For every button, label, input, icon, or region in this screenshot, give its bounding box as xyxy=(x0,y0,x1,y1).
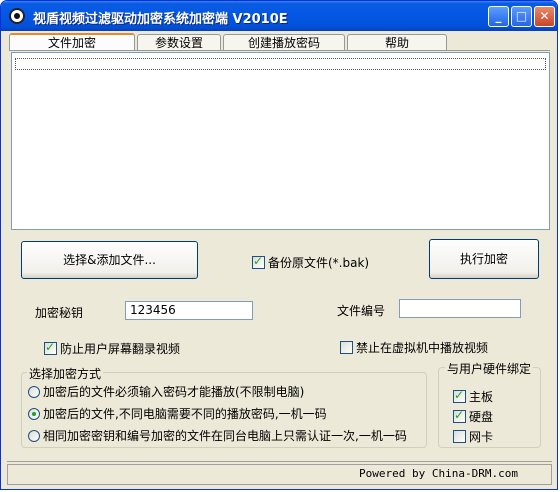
status-separator xyxy=(7,461,552,462)
method-option-1[interactable]: 加密后的文件必须输入密码才能播放(不限制电脑) xyxy=(28,383,304,400)
add-files-button[interactable]: 选择&添加文件... xyxy=(21,241,198,279)
method-label-2: 加密后的文件,不同电脑需要不同的播放密码,一机一码 xyxy=(43,407,327,421)
anti-record-checkbox[interactable]: 防止用户屏幕翻录视频 xyxy=(44,340,180,357)
method-option-3[interactable]: 相同加密密钥和编号加密的文件在同台电脑上只需认证一次,一机一码 xyxy=(28,427,407,444)
tab-create-play-password[interactable]: 创建播放密码 xyxy=(223,34,345,51)
window-title: 视盾视频过滤驱动加密系统加密端 V2010E xyxy=(33,12,288,27)
method-radio-1[interactable] xyxy=(28,385,40,398)
list-focus-row[interactable] xyxy=(15,58,546,70)
hardware-bind-group: 与用户硬件绑定 主板 硬盘 网卡 xyxy=(438,360,541,448)
method-radio-2[interactable] xyxy=(28,407,40,420)
encrypt-method-title: 选择加密方式 xyxy=(27,365,104,382)
title-bar[interactable]: 视盾视频过滤驱动加密系统加密端 V2010E _ □ ✕ xyxy=(1,1,557,31)
hardware-bind-title: 与用户硬件绑定 xyxy=(445,360,534,377)
hw-mainboard-checkbox[interactable]: 主板 xyxy=(453,388,493,405)
method-option-2[interactable]: 加密后的文件,不同电脑需要不同的播放密码,一机一码 xyxy=(28,405,327,422)
anti-record-label: 防止用户屏幕翻录视频 xyxy=(60,342,181,356)
file-list[interactable] xyxy=(11,52,550,230)
app-window: 视盾视频过滤驱动加密系统加密端 V2010E _ □ ✕ 文件加密 参数设置 创… xyxy=(0,0,558,490)
no-vm-box[interactable] xyxy=(340,341,353,354)
encrypt-method-group: 选择加密方式 加密后的文件必须输入密码才能播放(不限制电脑) 加密后的文件,不同… xyxy=(21,365,427,448)
tab-help[interactable]: 帮助 xyxy=(347,34,447,51)
tab-file-encrypt[interactable]: 文件加密 xyxy=(9,33,135,51)
tab-parameters[interactable]: 参数设置 xyxy=(137,34,221,51)
powered-by-text: Powered by China-DRM.com xyxy=(359,467,518,480)
method-radio-3[interactable] xyxy=(28,429,40,442)
file-number-label: 文件编号 xyxy=(337,304,386,318)
file-number-input[interactable] xyxy=(399,299,521,318)
hw-disk-checkbox[interactable]: 硬盘 xyxy=(453,408,493,425)
hw-mainboard-label: 主板 xyxy=(469,390,494,404)
minimize-button[interactable]: _ xyxy=(488,6,509,27)
method-label-1: 加密后的文件必须输入密码才能播放(不限制电脑) xyxy=(43,385,305,399)
no-vm-checkbox[interactable]: 禁止在虚拟机中播放视频 xyxy=(340,339,488,356)
close-button[interactable]: ✕ xyxy=(534,6,555,27)
hw-disk-label: 硬盘 xyxy=(469,410,494,424)
method-label-3: 相同加密密钥和编号加密的文件在同台电脑上只需认证一次,一机一码 xyxy=(43,429,407,443)
backup-checkbox-box[interactable] xyxy=(252,254,265,269)
backup-checkbox[interactable]: 备份原文件(*.bak) xyxy=(252,254,369,271)
backup-label: 备份原文件(*.bak) xyxy=(268,256,370,270)
anti-record-box[interactable] xyxy=(44,340,57,355)
maximize-button[interactable]: □ xyxy=(511,6,532,27)
app-eye-icon xyxy=(9,8,25,24)
hw-disk-box[interactable] xyxy=(453,408,466,423)
hw-mainboard-box[interactable] xyxy=(453,388,466,403)
key-input[interactable]: 123456 xyxy=(125,301,253,320)
key-label: 加密秘钥 xyxy=(35,306,84,320)
hw-nic-checkbox[interactable]: 网卡 xyxy=(453,428,493,445)
hw-nic-label: 网卡 xyxy=(469,430,494,444)
tab-panel-border xyxy=(9,50,550,51)
no-vm-label: 禁止在虚拟机中播放视频 xyxy=(356,341,489,355)
encrypt-button[interactable]: 执行加密 xyxy=(429,239,539,279)
hw-nic-box[interactable] xyxy=(453,430,466,443)
